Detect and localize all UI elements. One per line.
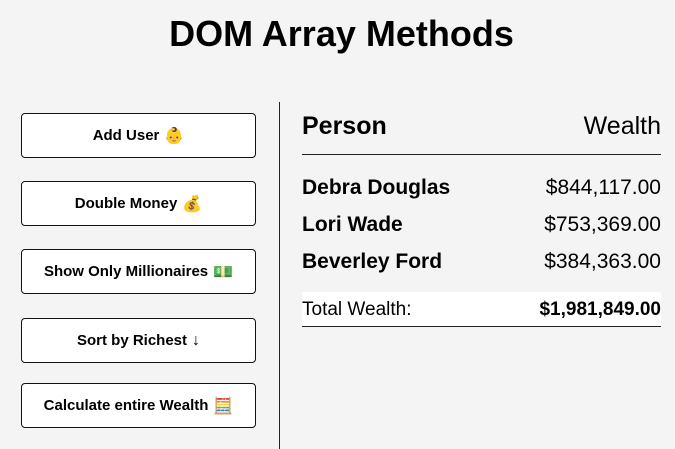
double-money-label: Double Money (74, 195, 178, 212)
person-name: Beverley Ford (302, 250, 443, 273)
wealth-table: Person Wealth Debra Douglas $844,117.00 … (302, 112, 661, 327)
table-header: Person Wealth (302, 112, 661, 155)
person-column-header: Person (302, 112, 387, 140)
wealth-column-header: Wealth (583, 112, 661, 140)
double-money-button[interactable]: Double Money 💰 (21, 181, 256, 226)
person-name: Lori Wade (302, 213, 403, 236)
person-name: Debra Douglas (302, 176, 451, 199)
arrow-down-icon: ↓ (192, 331, 201, 349)
table-row: Debra Douglas $844,117.00 (302, 176, 661, 213)
add-user-label: Add User (92, 127, 160, 144)
money-bag-icon: 💰 (182, 195, 203, 213)
calculate-wealth-button[interactable]: Calculate entire Wealth 🧮 (21, 383, 256, 428)
calculate-wealth-label: Calculate entire Wealth (43, 397, 209, 414)
dollar-banknote-icon: 💵 (213, 263, 234, 281)
vertical-divider (279, 102, 280, 449)
table-row: Beverley Ford $384,363.00 (302, 250, 661, 287)
total-wealth-label: Total Wealth: (302, 299, 412, 320)
person-money: $753,369.00 (544, 213, 661, 236)
total-wealth-value: $1,981,849.00 (539, 299, 661, 320)
page-title: DOM Array Methods (169, 13, 514, 54)
add-user-button[interactable]: Add User 👶 (21, 113, 256, 158)
person-money: $844,117.00 (545, 176, 661, 199)
total-wealth-row: Total Wealth: $1,981,849.00 (302, 292, 661, 327)
baby-icon: 👶 (164, 127, 185, 145)
person-money: $384,363.00 (544, 250, 661, 273)
abacus-icon: 🧮 (213, 397, 234, 415)
sort-richest-button[interactable]: Sort by Richest ↓ (21, 318, 256, 363)
show-millionaires-button[interactable]: Show Only Millionaires 💵 (21, 249, 256, 294)
people-list: Debra Douglas $844,117.00 Lori Wade $753… (302, 176, 661, 287)
sort-richest-label: Sort by Richest (76, 332, 188, 349)
app-page: DOM Array Methods Add User 👶 Double Mone… (0, 0, 675, 449)
show-millionaires-label: Show Only Millionaires (43, 263, 209, 280)
table-row: Lori Wade $753,369.00 (302, 213, 661, 250)
